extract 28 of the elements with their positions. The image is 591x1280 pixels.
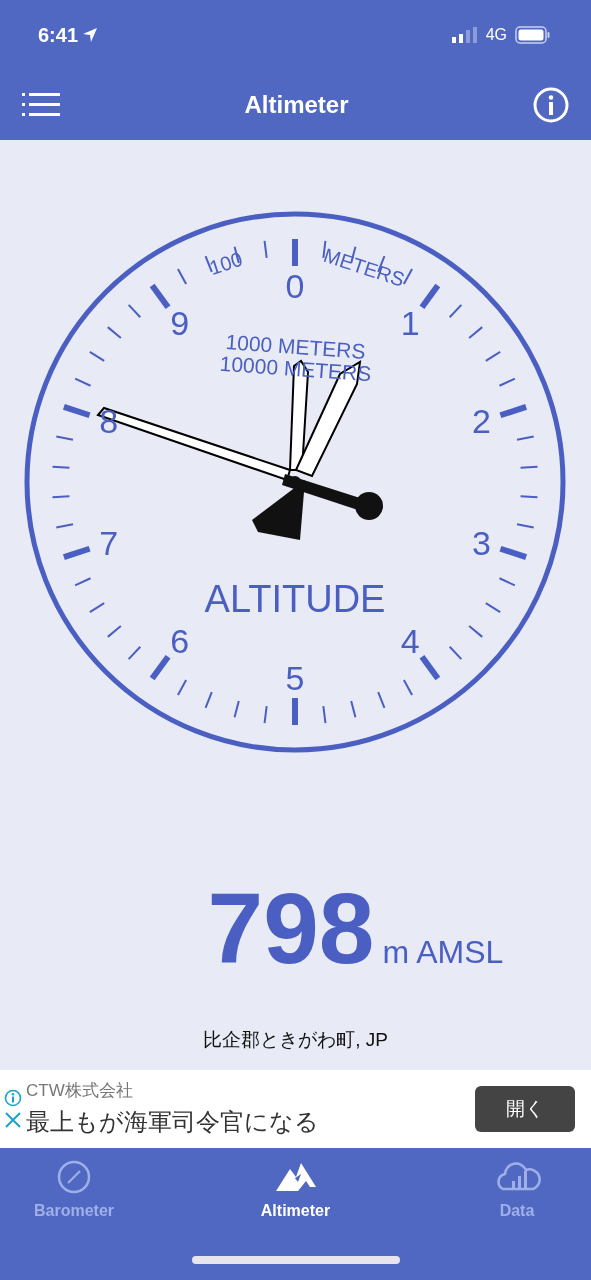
location-label: 比企郡ときがわ町, JP <box>203 1027 388 1052</box>
ad-advertiser: CTW株式会社 <box>26 1080 134 1103</box>
info-icon[interactable] <box>533 87 569 123</box>
dial-number: 6 <box>170 621 190 660</box>
ad-headline: 最上もが海軍司令官になる <box>26 1106 320 1137</box>
location-arrow-icon <box>82 27 99 43</box>
dial-number: 4 <box>400 621 420 660</box>
status-time: 6:41 <box>38 23 79 48</box>
signal-icon <box>451 27 478 43</box>
close-icon[interactable] <box>4 1111 22 1129</box>
dial-title: ALTITUDE <box>204 578 386 620</box>
ad-info-icon[interactable] <box>4 1089 22 1107</box>
battery-icon <box>515 26 551 44</box>
tab[interactable]: Altimeter <box>225 1156 366 1224</box>
altitude-value: 798 <box>207 877 375 978</box>
header-title: Altimeter <box>244 90 349 120</box>
dial-number: 1 <box>400 304 420 343</box>
dial-number: 7 <box>99 523 119 562</box>
menu-icon[interactable] <box>22 91 60 119</box>
altitude-unit: m AMSL <box>382 932 504 972</box>
open-button[interactable]: 開く <box>475 1086 575 1132</box>
dial-number: 9 <box>170 304 190 343</box>
dial-number: 3 <box>471 523 491 562</box>
network-label: 4G <box>485 25 507 45</box>
scale-label: 100 <box>206 247 246 279</box>
dial-number: 2 <box>471 402 491 441</box>
dial-number: 0 <box>285 267 305 305</box>
dial-number: 5 <box>285 659 305 697</box>
